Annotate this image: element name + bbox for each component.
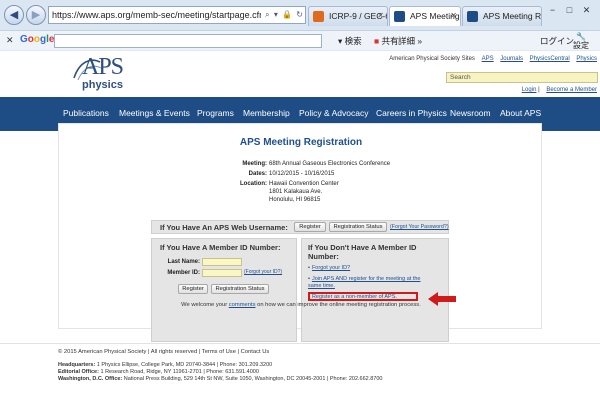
google-toolbar: ✕ Google ▾ 検索 ■ 共有 詳細 » ログイン 🔧 設定 bbox=[0, 30, 600, 50]
web-page: APS physics American Physical Society Si… bbox=[0, 51, 600, 412]
last-name-input[interactable] bbox=[202, 258, 242, 266]
google-logo: Google bbox=[20, 34, 55, 45]
toolbar-close-icon[interactable]: ✕ bbox=[6, 35, 14, 46]
meeting-row: Meeting: 68th Annual Gaseous Electronics… bbox=[59, 160, 543, 169]
close-window-icon[interactable]: ✕ bbox=[578, 3, 595, 17]
nav-meetings-events[interactable]: Meetings & Events bbox=[119, 108, 190, 118]
minimize-icon[interactable]: − bbox=[544, 3, 561, 17]
toolbar-search-label: 検索 bbox=[344, 36, 362, 46]
member-registration-status-button[interactable]: Registration Status bbox=[211, 284, 269, 294]
nav-careers-in-physics[interactable]: Careers in Physics bbox=[376, 108, 447, 118]
become-member-link[interactable]: Become a Member bbox=[546, 87, 597, 93]
link-physicscentral[interactable]: PhysicsCentral bbox=[530, 56, 570, 62]
red-arrow-icon bbox=[428, 292, 456, 306]
last-name-label: Last Name: bbox=[167, 259, 200, 265]
login-links: Login | Become a Member bbox=[521, 87, 597, 93]
aps-sites-label: American Physical Society Sites bbox=[389, 56, 475, 62]
registration-status-button[interactable]: Registration Status bbox=[329, 222, 387, 232]
dates-value: 10/12/2015 - 10/16/2015 bbox=[269, 171, 335, 177]
search-icon[interactable]: ⌕ bbox=[265, 10, 269, 19]
link-physics[interactable]: Physics bbox=[576, 56, 597, 62]
login-link[interactable]: Login bbox=[522, 87, 537, 93]
toolbar-settings-label: 設定 bbox=[573, 41, 589, 50]
tab-label: APS Meeting Regi... bbox=[483, 11, 542, 21]
no-member-id-panel: If You Don't Have A Member ID Number: • F… bbox=[301, 238, 449, 342]
highlight-box bbox=[308, 292, 418, 301]
refresh-icon[interactable]: ↻ bbox=[296, 10, 303, 19]
toolbar-detail-button[interactable]: 詳細 » bbox=[398, 35, 422, 47]
forgot-id-link[interactable]: • Forgot your ID? bbox=[308, 265, 350, 272]
toolbar-share-label: 共有 bbox=[381, 36, 399, 46]
tab-icrp[interactable]: ICRP-9 / GEC-68 ... ✕ bbox=[308, 6, 388, 26]
nav-programs[interactable]: Programs bbox=[197, 108, 234, 118]
join-aps-link[interactable]: • Join APS AND register for the meeting a… bbox=[308, 276, 428, 290]
tab-favicon-icon bbox=[394, 11, 405, 22]
address-bar-icons: ⌕ ▾ 🔒 ↻ bbox=[261, 7, 303, 23]
footer-headquarters: Headquarters: 1 Physics Ellipse, College… bbox=[58, 362, 273, 368]
nav-policy-advocacy[interactable]: Policy & Advocacy bbox=[299, 108, 368, 118]
comments-link[interactable]: comments bbox=[229, 302, 256, 308]
nav-membership[interactable]: Membership bbox=[243, 108, 290, 118]
dates-label: Dates: bbox=[248, 171, 267, 177]
member-id-panel-title: If You Have A Member ID Number: bbox=[160, 243, 281, 252]
site-search-input[interactable]: Search bbox=[446, 72, 598, 83]
aps-physics-logo[interactable]: APS physics bbox=[72, 54, 134, 94]
welcome-comments-text: We welcome your comments on how we can i… bbox=[181, 302, 421, 308]
browser-chrome: ◀ ▶ https://www.aps.org/memb-sec/meeting… bbox=[0, 0, 600, 50]
member-id-panel: If You Have A Member ID Number: Last Nam… bbox=[151, 238, 297, 342]
footer-editorial: Editorial Office: 1 Research Road, Ridge… bbox=[58, 369, 259, 375]
dates-row: Dates: 10/12/2015 - 10/16/2015 bbox=[59, 170, 543, 179]
link-journals[interactable]: Journals bbox=[500, 56, 523, 62]
forward-button[interactable]: ▶ bbox=[26, 5, 46, 25]
toolbar-login-button[interactable]: ログイン bbox=[540, 35, 574, 47]
forgot-id-small-link[interactable]: (Forgot your ID?) bbox=[244, 269, 282, 275]
nav-about-aps[interactable]: About APS bbox=[500, 108, 541, 118]
footer-links[interactable]: © 2015 American Physical Society | All r… bbox=[58, 349, 269, 355]
toolbar-share-button[interactable]: ■ 共有 bbox=[374, 35, 399, 47]
tab-close-icon[interactable]: ✕ bbox=[377, 7, 384, 25]
nav-publications[interactable]: Publications bbox=[63, 108, 109, 118]
forgot-password-link[interactable]: (Forgot Your Password?) bbox=[390, 224, 449, 230]
location-line-1: Hawaii Convention Center bbox=[269, 181, 339, 187]
address-bar[interactable]: https://www.aps.org/memb-sec/meeting/sta… bbox=[48, 6, 306, 24]
page-title: APS Meeting Registration bbox=[239, 137, 363, 148]
url-text[interactable]: https://www.aps.org/memb-sec/meeting/sta… bbox=[52, 10, 291, 20]
address-row: ◀ ▶ https://www.aps.org/memb-sec/meeting… bbox=[0, 3, 600, 27]
dropdown-icon[interactable]: ▾ bbox=[274, 10, 278, 19]
tab-aps-meeting-regi[interactable]: APS Meeting Regi... bbox=[462, 6, 542, 26]
meeting-value: 68th Annual Gaseous Electronics Conferen… bbox=[269, 161, 391, 167]
location-line-3: Honolulu, HI 96815 bbox=[269, 197, 321, 203]
web-username-section: If You Have An APS Web Username: Registe… bbox=[151, 220, 449, 234]
meeting-label: Meeting: bbox=[242, 161, 267, 167]
registration-content: APS Meeting Registration Meeting: 68th A… bbox=[58, 123, 543, 342]
logo-physics-text: physics bbox=[82, 79, 123, 91]
member-id-input[interactable] bbox=[202, 269, 242, 277]
register-button[interactable]: Register bbox=[294, 222, 326, 232]
footer-dc-office: Washington, D.C. Office: National Press … bbox=[58, 376, 383, 382]
toolbar-search-button[interactable]: ▾ 検索 bbox=[338, 35, 362, 47]
member-id-label: Member ID: bbox=[167, 270, 200, 276]
site-header: APS physics American Physical Society Si… bbox=[0, 51, 600, 97]
logo-aps-text: APS bbox=[82, 54, 124, 80]
link-aps[interactable]: APS bbox=[482, 56, 494, 62]
maximize-icon[interactable]: □ bbox=[561, 3, 578, 17]
google-search-input[interactable] bbox=[54, 34, 322, 48]
location-label: Location: bbox=[240, 181, 267, 187]
toolbar-settings-button[interactable]: 🔧 設定 bbox=[573, 32, 589, 50]
window-controls: − □ ✕ bbox=[544, 3, 600, 19]
web-username-label: If You Have An APS Web Username: bbox=[160, 223, 288, 232]
member-register-button[interactable]: Register bbox=[178, 284, 208, 294]
tab-favicon-icon bbox=[313, 11, 324, 22]
tab-favicon-icon bbox=[467, 11, 478, 22]
nav-newsroom[interactable]: Newsroom bbox=[450, 108, 491, 118]
tab-aps-meeting-active[interactable]: APS Meeting R... ✕ bbox=[389, 6, 461, 26]
lock-icon[interactable]: 🔒 bbox=[282, 10, 292, 19]
aps-sites-links: American Physical Society Sites APS Jour… bbox=[389, 56, 597, 62]
location-line-2: 1801 Kalakaua Ave. bbox=[269, 189, 323, 195]
wrench-icon: 🔧 bbox=[576, 32, 586, 41]
back-button[interactable]: ◀ bbox=[4, 5, 24, 25]
no-member-id-panel-title: If You Don't Have A Member ID Number: bbox=[308, 243, 417, 261]
tab-close-icon[interactable]: ✕ bbox=[450, 7, 457, 25]
site-footer: © 2015 American Physical Society | All r… bbox=[0, 343, 600, 412]
